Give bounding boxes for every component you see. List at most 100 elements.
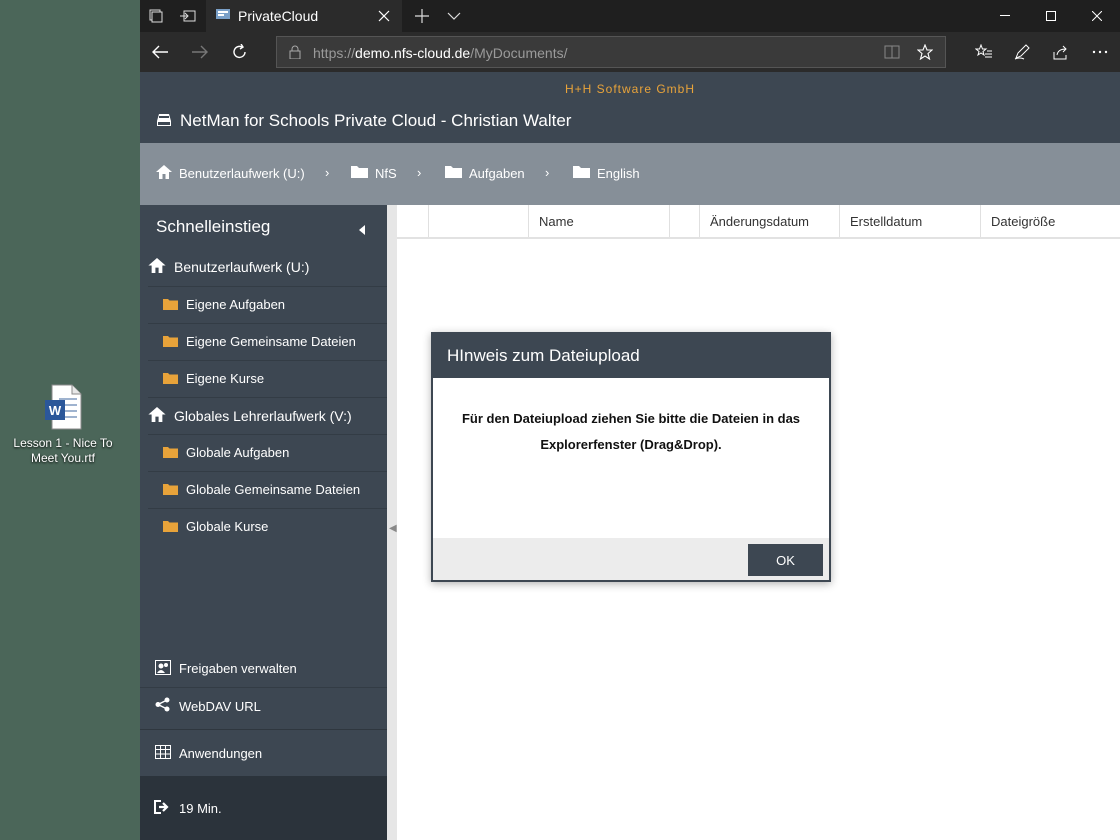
- favorite-star-icon[interactable]: [916, 43, 934, 65]
- breadcrumb-label: NfS: [375, 165, 397, 181]
- tab-list-chevron-down-icon[interactable]: [438, 0, 470, 32]
- breadcrumb-user-drive[interactable]: Benutzerlaufwerk (U:): [156, 165, 305, 182]
- upload-hint-dialog: HInweis zum Dateiupload Für den Dateiupl…: [431, 332, 831, 582]
- breadcrumb-label: Benutzerlaufwerk (U:): [179, 166, 305, 181]
- folder-icon: [163, 299, 178, 310]
- sidebar-title: Schnelleinstieg: [156, 217, 271, 236]
- expand-left-icon: ◀: [389, 523, 397, 534]
- sidebar-splitter[interactable]: ◀: [387, 205, 397, 840]
- sidebar-item-webdav[interactable]: WebDAV URL: [140, 687, 387, 724]
- maximize-icon[interactable]: [1028, 0, 1074, 32]
- sidebar-item-label: Globale Gemeinsame Dateien: [186, 482, 361, 497]
- breadcrumb-label: English: [597, 165, 640, 181]
- grid-apps-icon: [155, 744, 171, 762]
- breadcrumb-aufgaben[interactable]: Aufgaben: [445, 165, 525, 181]
- sidebar-item-globale-kurse[interactable]: Globale Kurse: [148, 508, 387, 544]
- navigation-bar: https://demo.nfs-cloud.de/MyDocuments/: [140, 32, 1120, 72]
- close-tab-icon[interactable]: [374, 6, 394, 26]
- sidebar-item-user-drive[interactable]: Benutzerlaufwerk (U:): [148, 249, 309, 285]
- tab-bar: PrivateCloud: [140, 0, 1120, 32]
- new-tab-icon[interactable]: [406, 0, 438, 32]
- collapse-sidebar-icon[interactable]: [359, 222, 365, 240]
- desktop-file-label: Lesson 1 - Nice To Meet You.rtf: [13, 436, 113, 465]
- back-arrow-icon[interactable]: [144, 36, 176, 68]
- users-icon: [155, 659, 171, 678]
- home-icon: [148, 258, 166, 276]
- refresh-icon[interactable]: [224, 36, 256, 68]
- sidebar-item-globale-gemeinsame-dateien[interactable]: Globale Gemeinsame Dateien: [148, 471, 387, 507]
- sidebar-item-label: Anwendungen: [179, 745, 263, 761]
- folder-icon: [163, 484, 178, 495]
- forward-arrow-icon[interactable]: [184, 36, 216, 68]
- folder-icon: [445, 165, 462, 181]
- breadcrumb-english[interactable]: English: [573, 165, 640, 181]
- favorites-hub-icon[interactable]: [968, 36, 1000, 68]
- set-aside-tabs-icon[interactable]: [172, 0, 204, 32]
- site-favicon: [216, 8, 230, 22]
- desktop-file-icon[interactable]: W Lesson 1 - Nice To Meet You.rtf: [8, 384, 118, 466]
- folder-icon: [163, 447, 178, 458]
- sidebar: Schnelleinstieg Benutzerlaufwerk (U:) Ei…: [140, 205, 387, 840]
- reading-view-icon[interactable]: [884, 45, 900, 64]
- share-icon[interactable]: [1044, 36, 1076, 68]
- sidebar-item-label: WebDAV URL: [179, 698, 261, 714]
- breadcrumb-chevron-icon: ›: [325, 165, 330, 180]
- column-modified[interactable]: Änderungsdatum: [700, 205, 840, 237]
- folder-icon: [351, 165, 368, 181]
- column-icon[interactable]: [429, 205, 529, 237]
- column-select[interactable]: [397, 205, 429, 237]
- address-bar[interactable]: https://demo.nfs-cloud.de/MyDocuments/: [276, 36, 946, 68]
- sidebar-item-label: Globales Lehrerlaufwerk (V:): [174, 407, 352, 424]
- folder-icon: [163, 373, 178, 384]
- folder-icon: [573, 165, 590, 181]
- sidebar-item-eigene-kurse[interactable]: Eigene Kurse: [148, 360, 387, 396]
- logout-icon: [154, 799, 171, 817]
- svg-text:W: W: [49, 403, 62, 418]
- breadcrumb: Benutzerlaufwerk (U:) › NfS › Aufgaben ›…: [140, 143, 1120, 205]
- session-timeout[interactable]: 19 Min.: [140, 776, 387, 840]
- column-created[interactable]: Erstelldatum: [840, 205, 981, 237]
- company-name: H+H Software GmbH: [564, 82, 696, 96]
- breadcrumb-chevron-icon: ›: [417, 165, 422, 180]
- dialog-footer: OK: [433, 538, 829, 580]
- minimize-icon[interactable]: [982, 0, 1028, 32]
- tab-privatecloud[interactable]: PrivateCloud: [206, 0, 402, 32]
- share-nodes-icon: [155, 697, 171, 715]
- column-type[interactable]: [670, 205, 700, 237]
- home-icon: [156, 165, 172, 182]
- column-name[interactable]: Name: [529, 205, 670, 237]
- sidebar-item-anwendungen[interactable]: Anwendungen: [140, 729, 387, 776]
- lock-icon: [289, 45, 301, 64]
- pen-annotate-icon[interactable]: [1006, 36, 1038, 68]
- sidebar-item-eigene-aufgaben[interactable]: Eigene Aufgaben: [148, 286, 387, 322]
- sidebar-item-label: Eigene Aufgaben: [186, 297, 286, 312]
- dialog-title: HInweis zum Dateiupload: [433, 334, 829, 378]
- app-header: H+H Software GmbH NetMan for Schools Pri…: [140, 72, 1120, 143]
- browser-window: PrivateCloud https://demo.nfs-cloud.de/M…: [140, 0, 1120, 840]
- folder-icon: [163, 336, 178, 347]
- folder-icon: [163, 521, 178, 532]
- sidebar-item-global-drive[interactable]: Globales Lehrerlaufwerk (V:): [148, 397, 387, 433]
- word-document-icon: W: [44, 384, 82, 430]
- sidebar-item-eigene-gemeinsame-dateien[interactable]: Eigene Gemeinsame Dateien: [148, 323, 387, 359]
- close-window-icon[interactable]: [1074, 0, 1120, 32]
- session-time: 19 Min.: [179, 800, 222, 816]
- breadcrumb-label: Aufgaben: [469, 165, 525, 181]
- tab-preview-icon[interactable]: [140, 0, 172, 32]
- more-menu-icon[interactable]: [1084, 36, 1116, 68]
- home-icon: [148, 406, 166, 425]
- app-title: NetMan for Schools Private Cloud - Chris…: [180, 111, 572, 130]
- sidebar-item-freigaben[interactable]: Freigaben verwalten: [140, 650, 387, 687]
- url-text: https://demo.nfs-cloud.de/MyDocuments/: [313, 45, 567, 61]
- table-header: Name Änderungsdatum Erstelldatum Dateigr…: [397, 205, 1120, 239]
- dialog-message: Für den Dateiupload ziehen Sie bitte die…: [461, 411, 801, 452]
- breadcrumb-nfs[interactable]: NfS: [351, 165, 397, 181]
- ok-button[interactable]: OK: [748, 544, 823, 576]
- url-path: /MyDocuments/: [470, 45, 568, 61]
- sidebar-item-label: Eigene Gemeinsame Dateien: [186, 334, 356, 349]
- column-size[interactable]: Dateigröße: [981, 205, 1120, 237]
- sidebar-item-globale-aufgaben[interactable]: Globale Aufgaben: [148, 434, 387, 470]
- url-host: demo.nfs-cloud.de: [355, 45, 471, 61]
- cloud-drive-icon: [156, 112, 172, 133]
- sidebar-item-label: Freigaben verwalten: [179, 661, 297, 676]
